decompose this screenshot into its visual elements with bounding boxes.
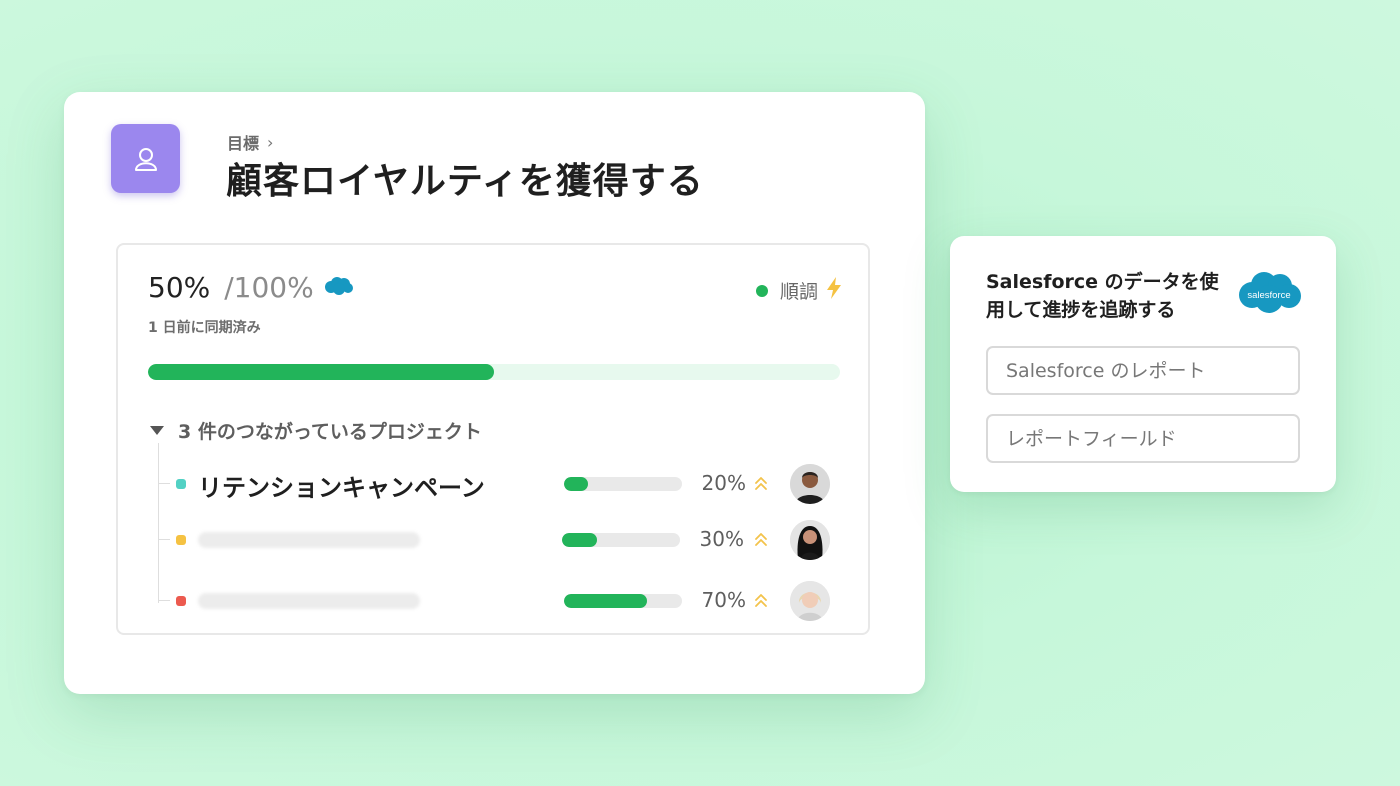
goal-progress-fill	[148, 364, 494, 380]
project-progress-bar	[564, 594, 682, 608]
progress-panel: 50% /100% 1 日前に同期済み 順調 3 件のつながっているプロジェクト…	[116, 243, 870, 635]
project-percent: 70%	[701, 588, 746, 612]
goal-title: 顧客ロイヤルティを獲得する	[226, 161, 704, 202]
avatar	[790, 520, 830, 560]
project-row[interactable]: リテンションキャンペーン 20%	[158, 464, 848, 504]
avatar	[790, 464, 830, 504]
project-percent: 30%	[699, 527, 744, 551]
chevrons-up-icon	[755, 533, 767, 546]
lightning-icon	[826, 277, 842, 304]
salesforce-cloud-icon	[322, 275, 354, 301]
goal-person-icon	[111, 124, 180, 193]
salesforce-logo-icon: salesforce	[1236, 270, 1302, 320]
chevrons-up-icon	[755, 477, 767, 490]
status-badge: 順調	[755, 277, 842, 304]
avatar	[790, 581, 830, 621]
connected-projects-label: 3 件のつながっているプロジェクト	[178, 421, 482, 443]
tree-branch	[158, 539, 170, 540]
project-name-placeholder	[198, 593, 420, 609]
chevrons-up-icon	[755, 594, 767, 607]
goal-card: 目標 › 顧客ロイヤルティを獲得する 50% /100% 1 日前に同期済み 順…	[64, 92, 925, 694]
goal-progress-bar	[148, 364, 840, 380]
project-color-dot	[176, 479, 186, 489]
project-progress-bar	[564, 477, 682, 491]
project-row[interactable]: 70%	[158, 581, 848, 621]
sync-status-text: 1 日前に同期済み	[148, 320, 261, 336]
project-progress-fill	[564, 477, 588, 491]
caret-down-icon	[150, 425, 164, 435]
salesforce-description: Salesforce のデータを使用して進捗を追跡する	[986, 271, 1219, 321]
chevron-right-icon: ›	[267, 132, 274, 152]
project-name[interactable]: リテンションキャンペーン	[198, 468, 485, 503]
progress-summary: 50% /100%	[148, 271, 354, 304]
tree-branch	[158, 483, 170, 484]
progress-current: 50%	[148, 271, 211, 304]
tree-branch	[158, 600, 170, 601]
project-progress-bar	[562, 533, 680, 547]
progress-target: /100%	[224, 271, 314, 304]
project-percent: 20%	[701, 471, 746, 495]
project-color-dot	[176, 596, 186, 606]
project-progress-fill	[562, 533, 598, 547]
project-name-placeholder	[198, 532, 420, 548]
project-row[interactable]: 30%	[158, 520, 848, 560]
breadcrumb[interactable]: 目標 ›	[227, 130, 273, 154]
salesforce-integration-card: Salesforce のデータを使用して進捗を追跡する salesforce	[950, 236, 1336, 492]
salesforce-report-input[interactable]	[986, 346, 1300, 395]
breadcrumb-goals[interactable]: 目標	[227, 130, 259, 154]
status-label: 順調	[779, 281, 818, 303]
report-field-input[interactable]	[986, 414, 1300, 463]
connected-projects-toggle[interactable]: 3 件のつながっているプロジェクト	[150, 417, 482, 444]
project-color-dot	[176, 535, 186, 545]
status-dot	[755, 284, 768, 297]
project-progress-fill	[564, 594, 647, 608]
salesforce-logo-text: salesforce	[1247, 290, 1290, 301]
